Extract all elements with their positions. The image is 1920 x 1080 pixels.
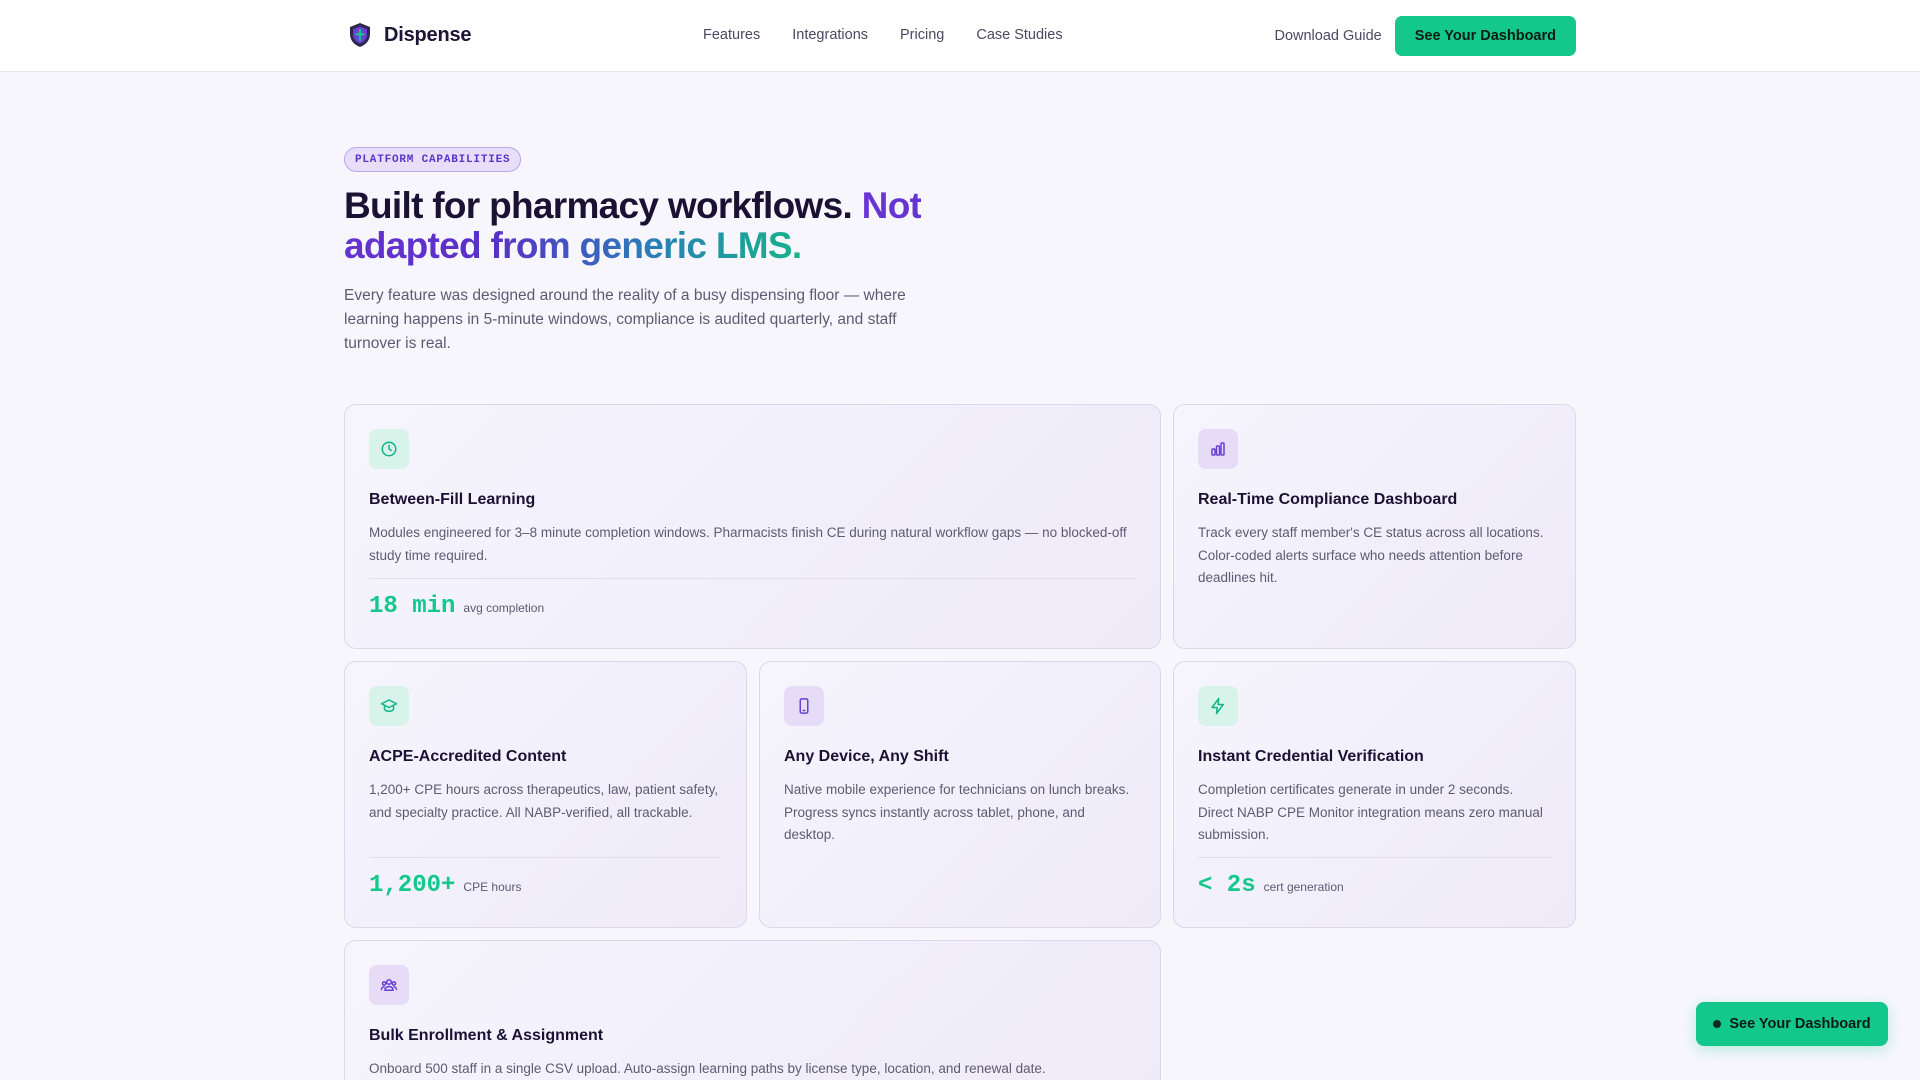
nav-link-features[interactable]: Features: [703, 27, 760, 43]
card-stat: 1,200+ CPE hours: [369, 857, 722, 899]
card-title: Real-Time Compliance Dashboard: [1198, 491, 1458, 508]
users-icon: [380, 979, 398, 991]
stat-label: CPE hours: [463, 880, 522, 894]
card-description: Modules engineered for 3–8 minute comple…: [369, 525, 1127, 563]
bar-chart-icon: [1211, 442, 1225, 456]
feature-card-credential-verification: Instant Credential Verification Completi…: [1173, 661, 1576, 928]
nav-link-integrations[interactable]: Integrations: [792, 27, 868, 43]
top-navbar: Dispense Features Integrations Pricing C…: [0, 0, 1920, 72]
feature-card-acpe-content: ACPE-Accredited Content 1,200+ CPE hours…: [344, 661, 747, 928]
nav-links: Features Integrations Pricing Case Studi…: [703, 27, 1063, 43]
graduation-cap-icon: [380, 699, 398, 712]
page-title: Built for pharmacy workflows. Not adapte…: [344, 186, 964, 266]
brand[interactable]: Dispense: [348, 22, 472, 48]
card-description: Onboard 500 staff in a single CSV upload…: [369, 1061, 1046, 1076]
card-icon-box: [369, 686, 409, 726]
clock-icon: [381, 441, 397, 457]
nav-link-pricing[interactable]: Pricing: [900, 27, 944, 43]
lightning-icon: [1211, 697, 1224, 715]
card-description: Completion certificates generate in unde…: [1198, 782, 1543, 842]
card-title: Between-Fill Learning: [369, 491, 536, 508]
smartphone-icon: [799, 698, 809, 714]
card-description: Track every staff member's CE status acr…: [1198, 525, 1544, 585]
card-title: ACPE-Accredited Content: [369, 748, 567, 765]
card-icon-box: [1198, 686, 1238, 726]
card-icon-box: [369, 965, 409, 1005]
stat-label: avg completion: [463, 601, 545, 615]
hero-subtitle: Every feature was designed around the re…: [344, 287, 906, 352]
card-description: 1,200+ CPE hours across therapeutics, la…: [369, 782, 719, 820]
card-title: Bulk Enrollment & Assignment: [369, 1027, 604, 1044]
nav-actions: Download Guide See Your Dashboard: [1274, 16, 1576, 56]
nav-link-case-studies[interactable]: Case Studies: [976, 27, 1062, 43]
download-guide-link[interactable]: Download Guide: [1274, 28, 1381, 44]
stat-value: < 2s: [1198, 872, 1256, 899]
card-stat: < 2s cert generation: [1198, 857, 1551, 899]
eyebrow-badge: PLATFORM CAPABILITIES: [344, 147, 522, 172]
card-title: Any Device, Any Shift: [784, 748, 949, 765]
card-description: Native mobile experience for technicians…: [784, 782, 1130, 842]
card-icon-box: [1198, 429, 1238, 469]
brand-name: Dispense: [384, 23, 472, 46]
stat-value: 18 min: [369, 593, 456, 620]
stat-value: 1,200+: [369, 872, 456, 899]
shield-icon: [350, 23, 370, 47]
card-icon-box: [784, 686, 824, 726]
see-dashboard-button[interactable]: See Your Dashboard: [1394, 16, 1576, 56]
feature-card-any-device: Any Device, Any Shift Native mobile expe…: [759, 661, 1161, 928]
status-dot: [1713, 1020, 1722, 1028]
feature-card-compliance-dashboard: Real-Time Compliance Dashboard Track eve…: [1173, 404, 1576, 649]
stat-label: cert generation: [1263, 880, 1344, 894]
feature-card-bulk-enrollment: Bulk Enrollment & Assignment Onboard 500…: [344, 940, 1161, 1080]
feature-card-between-fill: Between-Fill Learning Modules engineered…: [344, 404, 1161, 649]
floating-cta-label: See Your Dashboard: [1729, 1016, 1871, 1032]
floating-dashboard-button[interactable]: See Your Dashboard: [1696, 1002, 1888, 1046]
title-plain: Built for pharmacy workflows.: [344, 185, 853, 226]
card-icon-box: [369, 429, 409, 469]
card-stat: 18 min avg completion: [369, 578, 1136, 620]
card-title: Instant Credential Verification: [1198, 748, 1424, 765]
